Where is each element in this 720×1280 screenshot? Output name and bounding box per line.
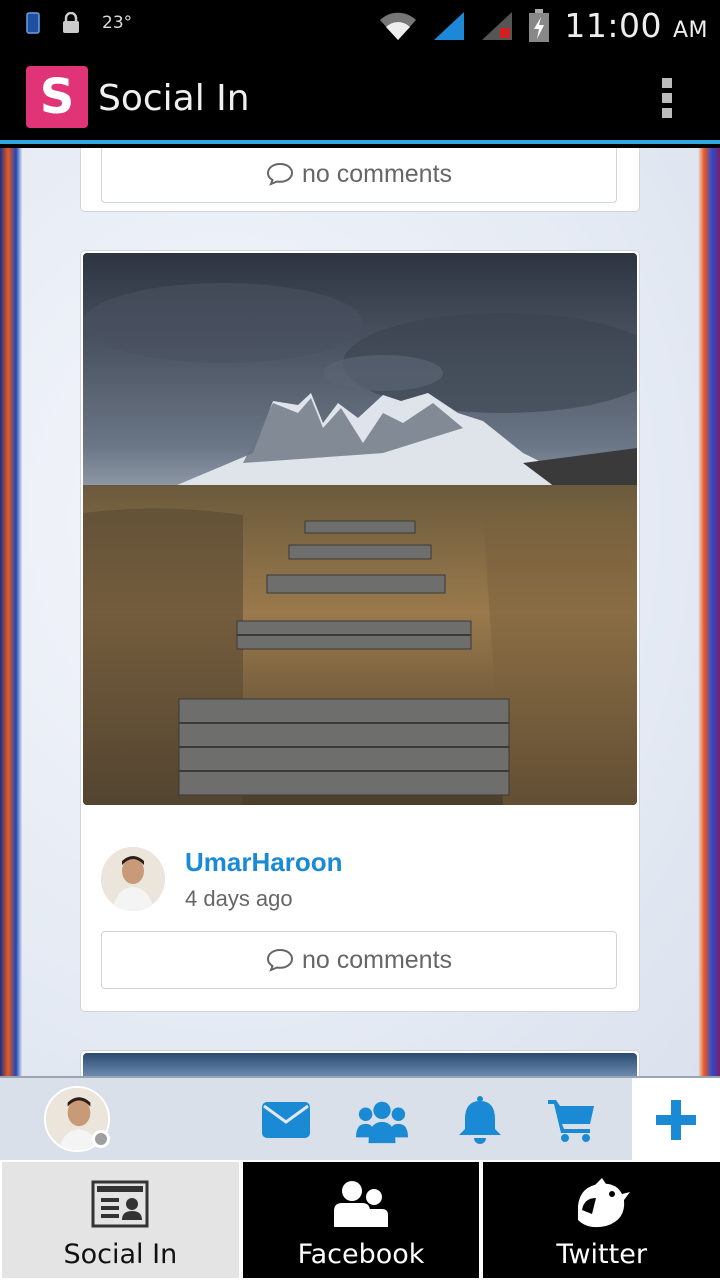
overflow-menu-icon[interactable] bbox=[660, 78, 674, 118]
cart-icon[interactable] bbox=[546, 1094, 598, 1146]
app-title: Social In bbox=[98, 78, 250, 119]
post-card: UmarHaroon 4 days ago no comments bbox=[80, 250, 640, 1012]
tab-label: Social In bbox=[63, 1239, 178, 1270]
bell-icon[interactable] bbox=[454, 1094, 506, 1146]
lock-icon bbox=[63, 12, 79, 33]
comment-icon bbox=[266, 162, 293, 186]
tab-label: Facebook bbox=[297, 1239, 425, 1270]
wifi-icon bbox=[380, 12, 417, 40]
author-name[interactable]: UmarHaroon bbox=[185, 847, 342, 878]
tab-facebook[interactable]: Facebook bbox=[242, 1162, 480, 1278]
post-card-next bbox=[80, 1050, 640, 1076]
clock: 11:00 AM bbox=[564, 6, 708, 45]
signal-2-icon bbox=[482, 11, 513, 40]
post-photo[interactable] bbox=[83, 253, 637, 805]
action-bar: S Social In bbox=[0, 50, 720, 144]
post-card-previous: no comments bbox=[80, 148, 640, 212]
comment-icon bbox=[266, 948, 293, 972]
tab-twitter[interactable]: Twitter bbox=[483, 1162, 720, 1278]
comments-button[interactable]: no comments bbox=[101, 931, 617, 989]
temperature-label: 23° bbox=[102, 13, 133, 33]
presence-indicator bbox=[92, 1130, 110, 1148]
post-photo-next[interactable] bbox=[83, 1053, 637, 1076]
comments-button[interactable]: no comments bbox=[101, 148, 617, 203]
app-logo[interactable]: S bbox=[26, 66, 88, 128]
tab-social-in[interactable]: Social In bbox=[2, 1162, 239, 1278]
bird-icon bbox=[572, 1176, 632, 1232]
post-author[interactable]: UmarHaroon 4 days ago bbox=[101, 847, 342, 911]
mail-icon[interactable] bbox=[260, 1094, 312, 1146]
battery-charging-icon bbox=[529, 8, 550, 42]
avatar[interactable] bbox=[101, 847, 165, 911]
bottom-tabs: Social In Facebook Twitter bbox=[0, 1160, 720, 1280]
post-timestamp: 4 days ago bbox=[185, 885, 293, 911]
group-icon[interactable] bbox=[356, 1094, 408, 1146]
plus-icon[interactable] bbox=[632, 1078, 720, 1162]
bottom-toolbar bbox=[0, 1076, 720, 1162]
signal-icon bbox=[434, 11, 465, 40]
profile-card-icon bbox=[91, 1176, 149, 1232]
status-bar: 23° 11:00 AM bbox=[0, 0, 720, 50]
sim-icon bbox=[26, 12, 40, 34]
feed-background: no comments UmarHaroon 4 days ago no com… bbox=[0, 148, 720, 1076]
tab-label: Twitter bbox=[556, 1239, 647, 1270]
feed-panel: no comments UmarHaroon 4 days ago no com… bbox=[22, 148, 698, 1076]
people-icon bbox=[332, 1176, 390, 1232]
